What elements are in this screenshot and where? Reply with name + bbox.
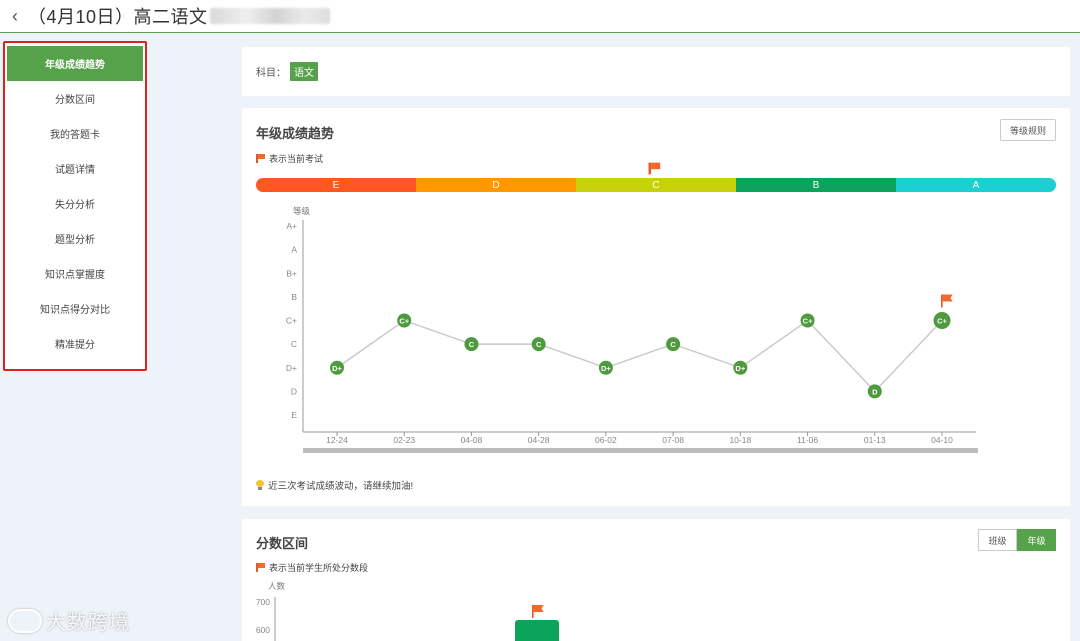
- sidebar-item-question-type[interactable]: 题型分析: [7, 221, 143, 256]
- back-button[interactable]: ‹: [2, 0, 28, 33]
- dist-bar: [515, 620, 559, 641]
- x-tick-label: 06-02: [595, 435, 617, 445]
- score-distribution-card: 分数区间 班级 年级 表示当前学生所处分数段 人数 700 600: [242, 519, 1070, 641]
- series-line: [336, 319, 943, 393]
- watermark-logo-icon: [8, 608, 42, 633]
- data-point: D+: [598, 360, 613, 375]
- data-label: D+: [735, 364, 745, 373]
- data-point: D+: [330, 360, 344, 375]
- sidebar-item-lost-points[interactable]: 失分分析: [7, 186, 143, 221]
- current-segment-flag-icon: [532, 605, 544, 618]
- data-label: D+: [601, 364, 611, 373]
- data-label: C: [469, 340, 475, 349]
- page-title: （4月10日）高二语文: [28, 7, 208, 27]
- dist-y-axis-label: 人数: [268, 581, 286, 591]
- x-tick-label: 04-10: [931, 435, 953, 445]
- sidebar-item-grade-trend[interactable]: 年级成绩趋势: [7, 46, 143, 81]
- x-tick-label: 01-13: [864, 435, 886, 445]
- data-label: D+: [332, 364, 342, 373]
- x-tick-label: 04-28: [528, 435, 550, 445]
- dist-y-tick-label: 700: [256, 597, 270, 607]
- blurred-title-suffix: [209, 8, 330, 24]
- y-tick-label: B: [291, 292, 297, 302]
- subject-tag[interactable]: 语文: [290, 62, 318, 81]
- y-tick-label: A+: [286, 221, 297, 231]
- data-point: C+: [800, 313, 815, 328]
- data-point: D+: [733, 360, 748, 375]
- x-tick-label: 02-23: [393, 435, 415, 445]
- y-axis-label: 等级: [293, 206, 311, 216]
- sidebar-item-knowledge-mastery[interactable]: 知识点掌握度: [7, 256, 143, 291]
- y-tick-label: D: [291, 386, 297, 396]
- top-bar: ‹ （4月10日）高二语文: [0, 0, 1080, 33]
- lightbulb-icon: [256, 480, 264, 490]
- y-tick-label: E: [291, 410, 297, 420]
- data-point: C+: [397, 313, 412, 328]
- x-tick-label: 11-06: [797, 435, 818, 445]
- y-tick-label: C: [291, 339, 297, 349]
- data-point: C: [666, 337, 681, 352]
- y-tick-label: D+: [286, 363, 297, 373]
- dist-y-tick-label: 600: [256, 625, 270, 635]
- sidebar-item-answer-sheet[interactable]: 我的答题卡: [7, 116, 143, 151]
- data-point: C: [464, 337, 479, 352]
- y-tick-label: B+: [286, 268, 297, 278]
- sidebar-item-knowledge-compare[interactable]: 知识点得分对比: [7, 291, 143, 326]
- sidebar-item-question-detail[interactable]: 试题详情: [7, 151, 143, 186]
- data-point: D: [867, 384, 882, 399]
- x-tick-label: 04-08: [461, 435, 483, 445]
- sidebar-item-score-range[interactable]: 分数区间: [7, 81, 143, 116]
- data-label: C+: [803, 317, 813, 326]
- x-tick-label: 10-18: [729, 435, 751, 445]
- score-distribution-chart: 人数 700 600: [256, 581, 559, 641]
- y-tick-label: C+: [286, 316, 297, 326]
- data-label: C: [670, 340, 676, 349]
- data-label: C+: [937, 317, 947, 326]
- watermark: 大数跨境: [8, 606, 130, 635]
- data-label: C: [536, 340, 542, 349]
- subject-label: 科目：: [256, 68, 286, 79]
- chart-scrollbar: [303, 448, 978, 453]
- sidebar-item-precise-improve[interactable]: 精准提分: [7, 326, 143, 361]
- x-tick-label: 07-08: [662, 435, 684, 445]
- data-label: D: [872, 387, 878, 396]
- sidebar-nav: 年级成绩趋势 分数区间 我的答题卡 试题详情 失分分析 题型分析 知识点掌握度 …: [3, 41, 147, 371]
- chevron-left-icon: ‹: [12, 5, 18, 26]
- y-tick-label: A: [291, 245, 297, 255]
- current-exam-flag-icon: [941, 294, 953, 308]
- grade-trend-chart: 等级 E D D+ C C+ B B+ A A+ 12-24 02-23 04-08 04-28 06-02…: [286, 206, 978, 453]
- data-label: C+: [399, 317, 409, 326]
- grade-trend-card: 年级成绩趋势 等级规则 表示当前考试 E D C B A 等级 E D D+ C C+ B B…: [242, 108, 1070, 506]
- data-point: C: [531, 337, 546, 352]
- trend-tip: 近三次考试成绩波动，请继续加油!: [256, 478, 413, 492]
- subject-card: 科目： 语文: [242, 47, 1070, 96]
- x-tick-label: 12-24: [326, 435, 348, 445]
- data-point: C+: [933, 312, 951, 329]
